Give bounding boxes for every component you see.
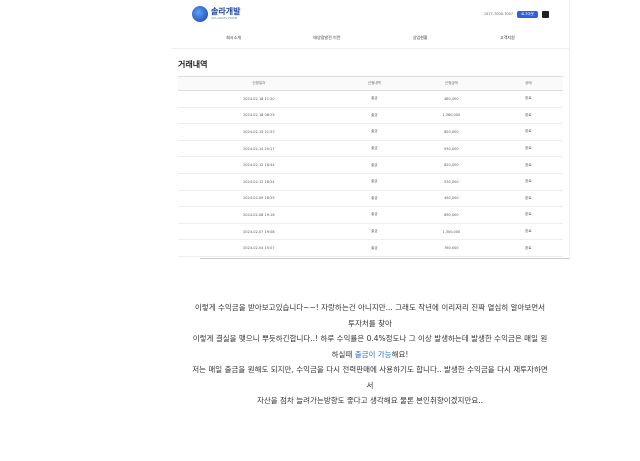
table-row: 2024-02-07 19:08 출금 1,300,000 완료	[178, 223, 563, 241]
cell-amount: 760,000	[408, 239, 494, 257]
transactions-table-wrap: 신청일자 신청내역 신청금액 상태 2024-02-18 11:20 출금 480,…	[178, 76, 563, 260]
nav-item-support[interactable]: 고객지원	[500, 35, 515, 41]
caption-line: 서	[366, 380, 374, 390]
table-row: 2024-02-15 21:53 출금 850,000 완료	[178, 123, 563, 141]
cell-amount: 890,000	[408, 206, 494, 224]
site-logo[interactable]: 솔라개발 SOLARDEV HOME	[192, 6, 240, 22]
table-header-row: 신청일자 신청내역 신청금액 상태	[178, 76, 563, 91]
cell-type: 출금	[339, 90, 409, 108]
cell-date: 2024-02-07 19:08	[178, 223, 340, 241]
menu-icon[interactable]	[542, 10, 549, 18]
site-header: 솔라개발 SOLARDEV HOME 1577-7000-7007 로그아웃	[172, 0, 569, 28]
cell-type: 출금	[339, 107, 409, 125]
cell-status: 완료	[493, 140, 563, 158]
cell-status: 완료	[493, 239, 563, 257]
page-title: 거래내역	[178, 60, 208, 69]
table-row: 2024-02-09 18:25 출금 490,000 완료	[178, 190, 563, 208]
nav-item-about[interactable]: 회사소개	[226, 35, 241, 41]
table-row: 2024-02-12 18:24 출금 530,000 완료	[178, 173, 563, 191]
logo-title: 솔라개발	[211, 7, 241, 16]
caption-text: 해요!	[391, 349, 409, 359]
cell-amount: 490,000	[408, 190, 494, 208]
header-date: 신청일자	[178, 76, 340, 91]
cell-status: 완료	[493, 190, 563, 208]
cell-date: 2024-02-08 19:16	[178, 206, 340, 224]
cell-type: 출금	[339, 223, 409, 241]
caption-line: 자산을 점차 늘려가는방향도 좋다고 생각해요 물론 본인취향이겠지만요..	[256, 396, 484, 405]
screenshot-panel: 솔라개발 SOLARDEV HOME 1577-7000-7007 로그아웃 회…	[172, 0, 570, 260]
table-row: 2024-02-08 19:16 출금 890,000 완료	[178, 206, 563, 224]
transactions-table: 신청일자 신청내역 신청금액 상태 2024-02-18 11:20 출금 480,…	[178, 76, 563, 260]
header-utilities: 1577-7000-7007 로그아웃	[483, 10, 549, 18]
cell-amount: 1,360,000	[408, 107, 494, 125]
cell-amount: 530,000	[408, 173, 494, 191]
header-type: 신청내역	[339, 76, 409, 91]
caption-line: 투자처를 찾아	[348, 318, 392, 328]
nav-item-solar[interactable]: 태양광발전 이란	[313, 35, 340, 41]
table-row: 2024-02-04 15:07 출금 760,000 완료	[178, 239, 563, 257]
logout-button[interactable]: 로그아웃	[517, 10, 538, 18]
cell-type: 출금	[339, 206, 409, 224]
cell-date: 2024-02-09 18:25	[178, 190, 340, 208]
cell-amount: 930,000	[408, 140, 494, 158]
caption-line: 하실때 출금이 가능해요!	[170, 347, 570, 363]
main-nav: 회사소개 태양광발전 이란 상업현황 고객지원	[172, 28, 569, 49]
cell-status: 완료	[493, 107, 563, 125]
cell-amount: 850,000	[408, 123, 494, 141]
caption-text: 하실때	[331, 349, 355, 359]
logo-subtitle: SOLARDEV HOME	[211, 16, 238, 20]
cell-status: 완료	[493, 206, 563, 224]
cell-type: 출금	[339, 190, 409, 208]
cell-status: 완료	[493, 156, 563, 174]
cell-type: 출금	[339, 140, 409, 158]
cell-type: 출금	[339, 173, 409, 191]
cell-date: 2024-02-14 20:17	[178, 140, 340, 158]
cell-date: 2024-02-12 18:44	[178, 156, 340, 174]
scrollbar-track[interactable]	[200, 258, 569, 259]
caption-highlight: 출금이 가능	[354, 349, 392, 359]
caption-line: 이렇게 수익금을 받아보고있습니다~~! 자랑하는건 아니지만... 그래도 작…	[194, 303, 546, 312]
cell-amount: 820,000	[408, 156, 494, 174]
table-row: 2024-02-14 20:17 출금 930,000 완료	[178, 140, 563, 158]
caption-line: 이렇게 결실을 맺으니 뿌듯하긴합니다..! 하루 수익률은 0.4%정도나 그…	[192, 334, 548, 343]
cell-status: 완료	[493, 223, 563, 241]
table-row: 2024-02-18 06:25 출금 1,360,000 완료	[178, 107, 563, 125]
post-caption: 이렇게 수익금을 받아보고있습니다~~! 자랑하는건 아니지만... 그래도 작…	[170, 300, 570, 409]
cell-date: 2024-02-18 06:25	[178, 107, 340, 125]
cell-type: 출금	[339, 156, 409, 174]
cell-date: 2024-02-12 18:24	[178, 173, 340, 191]
cell-type: 출금	[339, 239, 409, 257]
cell-status: 완료	[493, 123, 563, 141]
nav-item-status[interactable]: 상업현황	[413, 35, 428, 41]
cell-date: 2024-02-15 21:53	[178, 123, 340, 141]
cell-date: 2024-02-04 15:07	[178, 239, 340, 257]
cell-status: 완료	[493, 173, 563, 191]
cell-amount: 480,000	[408, 90, 494, 108]
logo-sun-icon	[192, 6, 208, 22]
cell-status: 완료	[493, 90, 563, 108]
cell-date: 2024-02-18 11:20	[178, 90, 340, 108]
header-amount: 신청금액	[408, 76, 494, 91]
table-row: 2024-02-12 18:44 출금 820,000 완료	[178, 156, 563, 174]
cell-amount: 1,300,000	[408, 223, 494, 241]
phone-number: 1577-7000-7007	[483, 12, 514, 16]
table-row: 2024-02-18 11:20 출금 480,000 완료	[178, 90, 563, 108]
header-status: 상태	[493, 76, 563, 91]
cell-type: 출금	[339, 123, 409, 141]
caption-line: 저는 매일 출금을 원해도 되지만, 수익금을 다시 전력판매에 사용하기도 합…	[192, 365, 548, 374]
